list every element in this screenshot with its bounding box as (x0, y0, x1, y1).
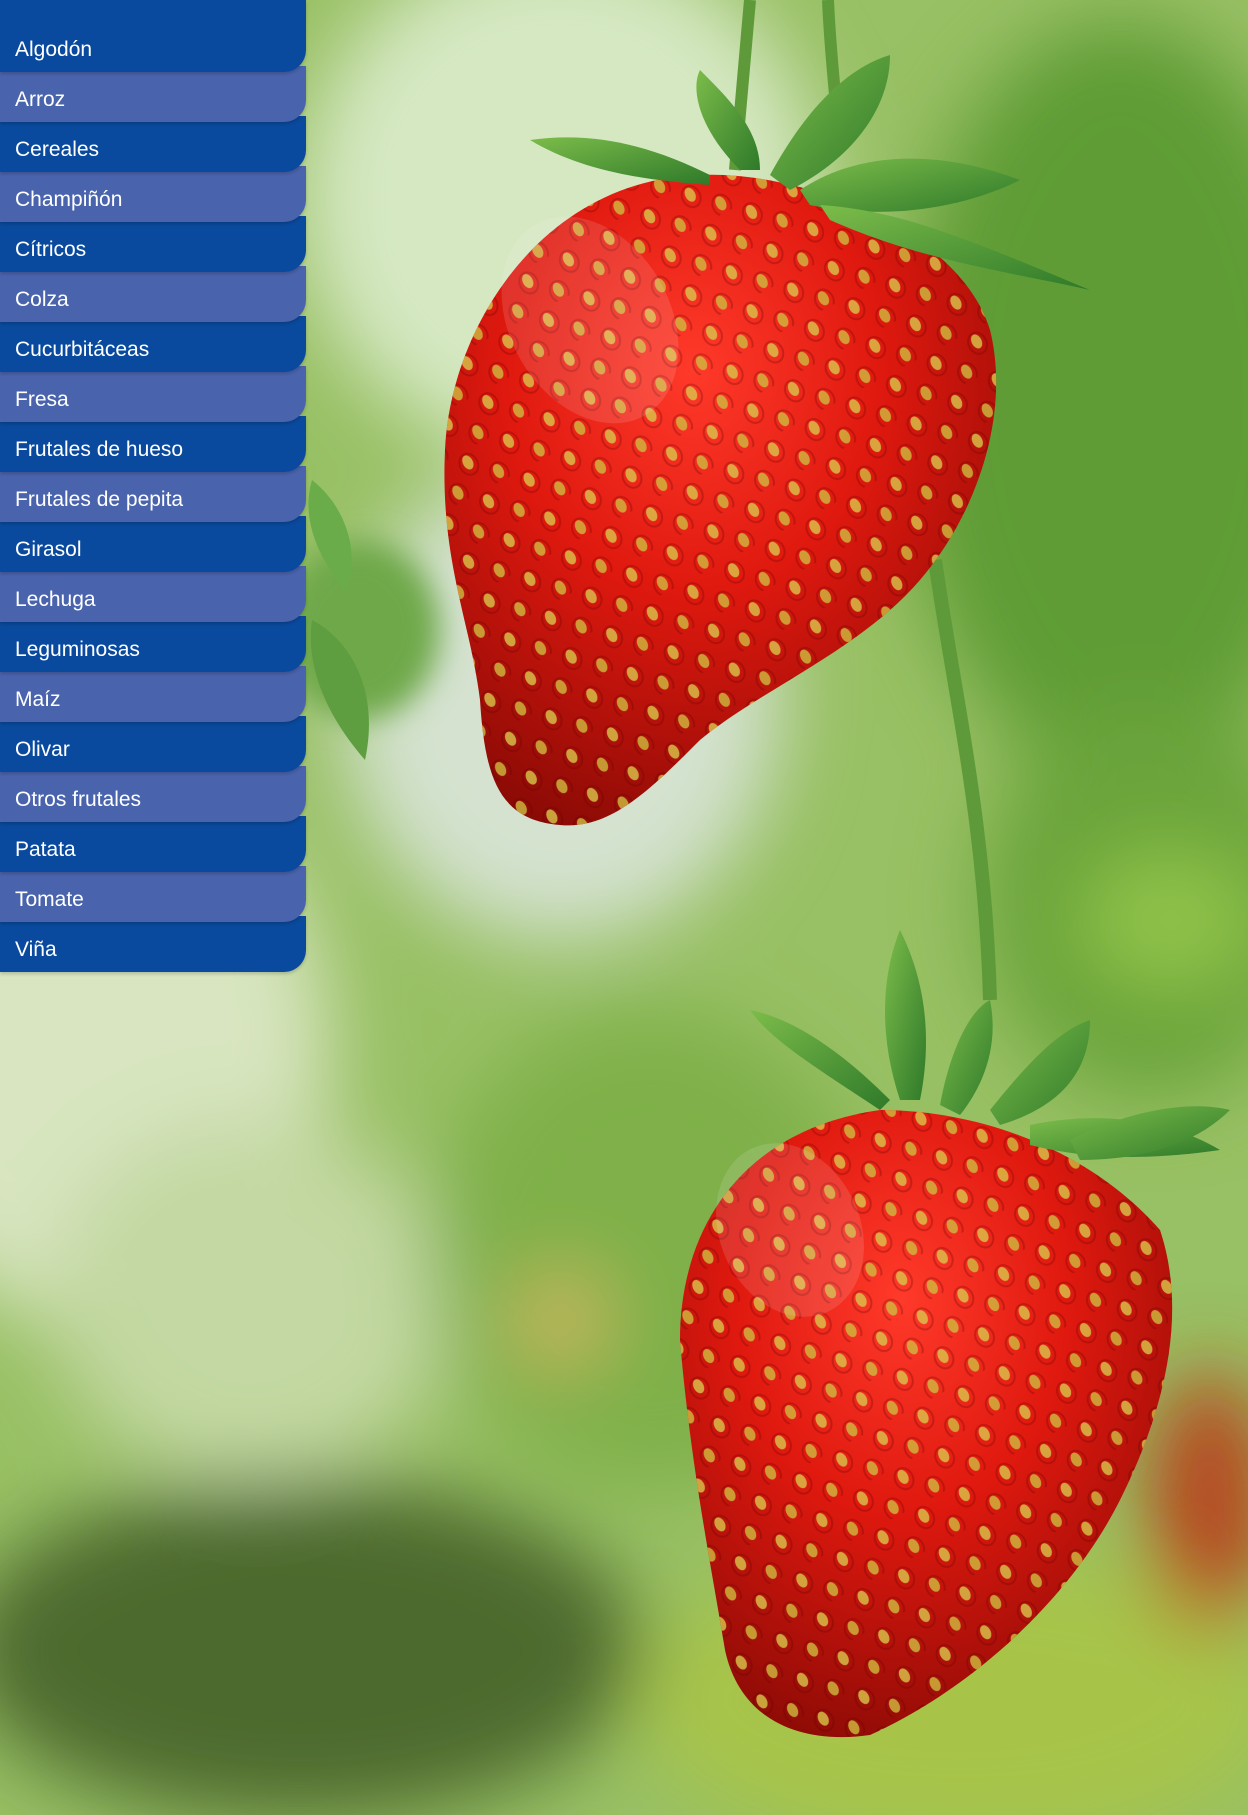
menu-item-vina[interactable]: Viña (0, 916, 306, 972)
menu-item-label: Cereales (15, 138, 100, 161)
menu-item-label: Maíz (15, 688, 61, 711)
menu-item-label: Cítricos (15, 238, 87, 261)
menu-item-label: Patata (15, 838, 76, 861)
menu-item-citricos[interactable]: Cítricos (0, 216, 306, 272)
menu-item-label: Colza (15, 288, 69, 311)
menu-item-frutales-de-pepita[interactable]: Frutales de pepita (0, 466, 306, 522)
menu-item-label: Algodón (15, 38, 93, 61)
menu-item-label: Olivar (15, 738, 70, 761)
menu-item-label: Otros frutales (15, 788, 142, 811)
crop-menu: Algodón Arroz Cereales Champiñón Cítricos Col… (0, 0, 306, 972)
menu-item-tomate[interactable]: Tomate (0, 866, 306, 922)
menu-item-label: Girasol (15, 538, 82, 561)
menu-item-frutales-de-hueso[interactable]: Frutales de hueso (0, 416, 306, 472)
menu-item-label: Frutales de hueso (15, 438, 184, 461)
menu-item-olivar[interactable]: Olivar (0, 716, 306, 772)
menu-item-leguminosas[interactable]: Leguminosas (0, 616, 306, 672)
menu-item-label: Cucurbitáceas (15, 338, 150, 361)
menu-item-champinon[interactable]: Champiñón (0, 166, 306, 222)
menu-item-label: Fresa (15, 388, 69, 411)
menu-item-label: Frutales de pepita (15, 488, 184, 511)
menu-item-cereales[interactable]: Cereales (0, 116, 306, 172)
menu-item-colza[interactable]: Colza (0, 266, 306, 322)
menu-item-label: Lechuga (15, 588, 96, 611)
menu-item-arroz[interactable]: Arroz (0, 66, 306, 122)
menu-item-algodon[interactable]: Algodón (0, 0, 306, 72)
menu-item-fresa[interactable]: Fresa (0, 366, 306, 422)
menu-item-otros-frutales[interactable]: Otros frutales (0, 766, 306, 822)
menu-item-label: Leguminosas (15, 638, 140, 661)
menu-item-label: Champiñón (15, 188, 123, 211)
menu-item-label: Viña (15, 938, 57, 961)
menu-item-girasol[interactable]: Girasol (0, 516, 306, 572)
menu-item-label: Tomate (15, 888, 84, 911)
menu-item-cucurbitaceas[interactable]: Cucurbitáceas (0, 316, 306, 372)
menu-item-patata[interactable]: Patata (0, 816, 306, 872)
menu-item-label: Arroz (15, 88, 66, 111)
menu-item-maiz[interactable]: Maíz (0, 666, 306, 722)
menu-item-lechuga[interactable]: Lechuga (0, 566, 306, 622)
